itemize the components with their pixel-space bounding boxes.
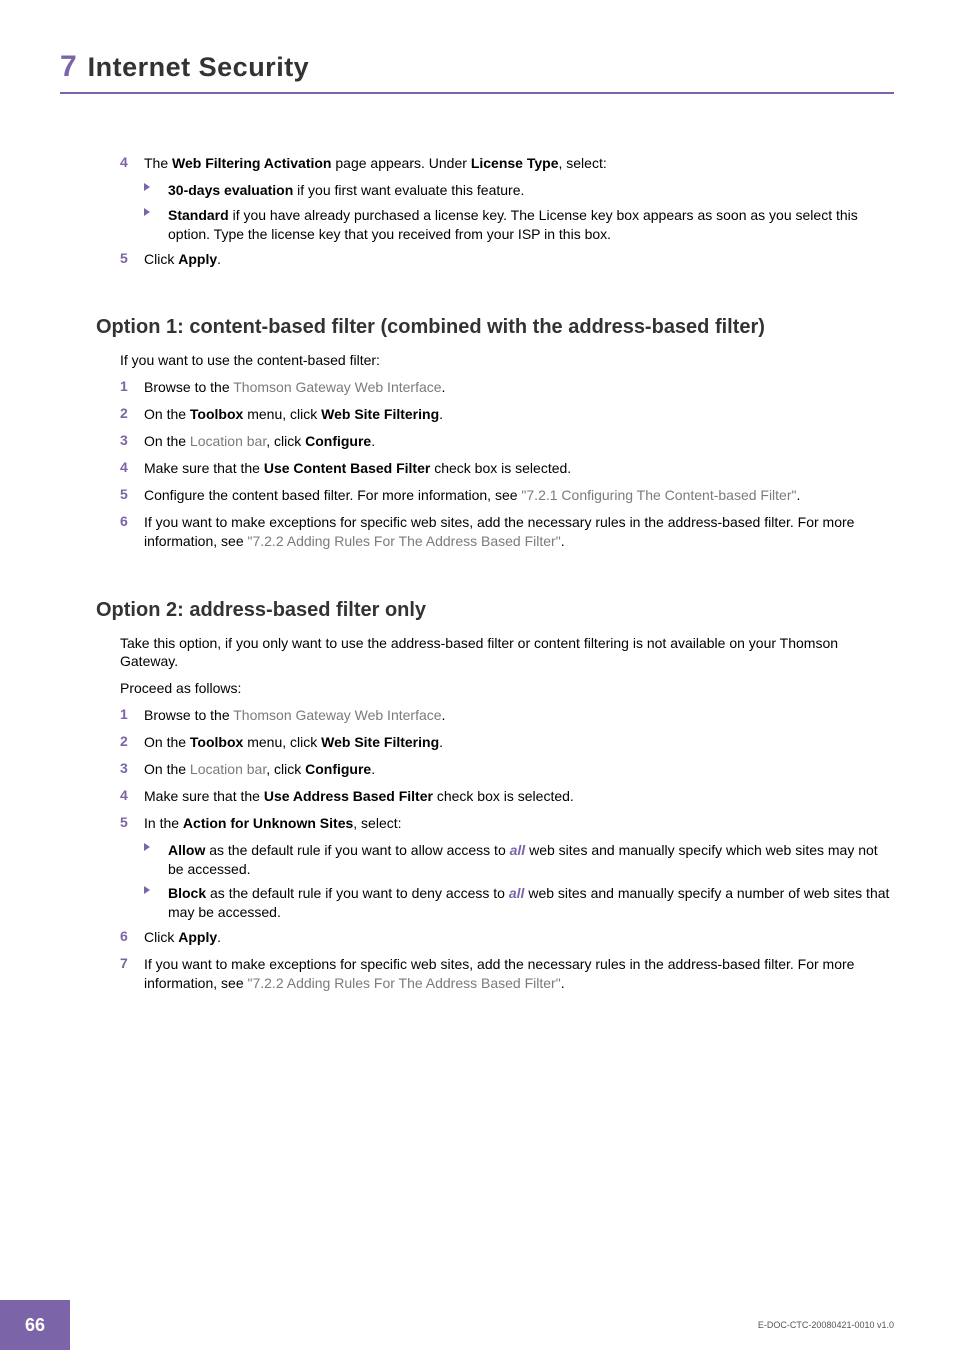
- step-text: On the Toolbox menu, click Web Site Filt…: [144, 733, 443, 752]
- step-text: Click Apply.: [144, 250, 221, 269]
- step-text: Make sure that the Use Content Based Fil…: [144, 459, 571, 478]
- step-text: On the Toolbox menu, click Web Site Filt…: [144, 405, 443, 424]
- chapter-title: Internet Security: [88, 52, 310, 82]
- list-item: 1Browse to the Thomson Gateway Web Inter…: [120, 378, 894, 397]
- bullet-item: Standard if you have already purchased a…: [144, 206, 894, 244]
- step-number: 2: [120, 733, 144, 752]
- list-item: 5In the Action for Unknown Sites, select…: [120, 814, 894, 833]
- step-text: The Web Filtering Activation page appear…: [144, 154, 607, 173]
- cross-reference-link[interactable]: "7.2.2 Adding Rules For The Address Base…: [248, 533, 561, 549]
- option2-intro1: Take this option, if you only want to us…: [120, 634, 894, 672]
- step-number: 5: [120, 486, 144, 505]
- list-item: 2On the Toolbox menu, click Web Site Fil…: [120, 405, 894, 424]
- step-number: 1: [120, 706, 144, 725]
- step-4: 4 The Web Filtering Activation page appe…: [120, 154, 894, 173]
- step-5: 5 Click Apply.: [120, 250, 894, 269]
- step-number: 5: [120, 250, 144, 269]
- option1-intro: If you want to use the content-based fil…: [120, 351, 894, 370]
- list-item: 6Click Apply.: [120, 928, 894, 947]
- step-number: 6: [120, 928, 144, 947]
- bullet-item: 30-days evaluation if you first want eva…: [144, 181, 894, 200]
- step-number: 4: [120, 459, 144, 478]
- step-number: 6: [120, 513, 144, 551]
- step-text: On the Location bar, click Configure.: [144, 432, 375, 451]
- cross-reference-link[interactable]: "7.2.1 Configuring The Content-based Fil…: [521, 487, 796, 503]
- step-number: 5: [120, 814, 144, 833]
- step-number: 7: [120, 955, 144, 993]
- step-text: Make sure that the Use Address Based Fil…: [144, 787, 574, 806]
- cross-reference-link[interactable]: Location bar: [190, 761, 266, 777]
- option1-heading: Option 1: content-based filter (combined…: [96, 316, 894, 339]
- step-text: On the Location bar, click Configure.: [144, 760, 375, 779]
- triangle-icon: [144, 181, 168, 200]
- bullet-item: Allow as the default rule if you want to…: [144, 841, 894, 879]
- list-item: 6If you want to make exceptions for spec…: [120, 513, 894, 551]
- step-text: If you want to make exceptions for speci…: [144, 513, 894, 551]
- chapter-number: 7: [60, 50, 77, 83]
- step-text: In the Action for Unknown Sites, select:: [144, 814, 402, 833]
- list-item: 1Browse to the Thomson Gateway Web Inter…: [120, 706, 894, 725]
- list-item: 4Make sure that the Use Address Based Fi…: [120, 787, 894, 806]
- list-item: 3On the Location bar, click Configure.: [120, 760, 894, 779]
- step-number: 1: [120, 378, 144, 397]
- list-item: 7If you want to make exceptions for spec…: [120, 955, 894, 993]
- list-item: 3On the Location bar, click Configure.: [120, 432, 894, 451]
- bullet-item: Block as the default rule if you want to…: [144, 884, 894, 922]
- chapter-header: 7 Internet Security: [60, 50, 894, 94]
- option2-heading: Option 2: address-based filter only: [96, 599, 894, 622]
- triangle-icon: [144, 884, 168, 922]
- step-text: Configure the content based filter. For …: [144, 486, 800, 505]
- cross-reference-link[interactable]: "7.2.2 Adding Rules For The Address Base…: [248, 975, 561, 991]
- step-text: Click Apply.: [144, 928, 221, 947]
- cross-reference-link[interactable]: Thomson Gateway Web Interface: [233, 379, 441, 395]
- step-text: Browse to the Thomson Gateway Web Interf…: [144, 378, 445, 397]
- step-text: Browse to the Thomson Gateway Web Interf…: [144, 706, 445, 725]
- step-number: 3: [120, 432, 144, 451]
- step-number: 4: [120, 787, 144, 806]
- list-item: 5Configure the content based filter. For…: [120, 486, 894, 505]
- page-footer: 66 E-DOC-CTC-20080421-0010 v1.0: [0, 1300, 954, 1350]
- list-item: 4Make sure that the Use Content Based Fi…: [120, 459, 894, 478]
- step-number: 4: [120, 154, 144, 173]
- option2-intro2: Proceed as follows:: [120, 679, 894, 698]
- list-item: 2On the Toolbox menu, click Web Site Fil…: [120, 733, 894, 752]
- cross-reference-link[interactable]: Location bar: [190, 433, 266, 449]
- cross-reference-link[interactable]: Thomson Gateway Web Interface: [233, 707, 441, 723]
- step-text: If you want to make exceptions for speci…: [144, 955, 894, 993]
- document-id: E-DOC-CTC-20080421-0010 v1.0: [758, 1320, 894, 1330]
- step-number: 3: [120, 760, 144, 779]
- triangle-icon: [144, 841, 168, 879]
- step-number: 2: [120, 405, 144, 424]
- triangle-icon: [144, 206, 168, 244]
- page-number: 66: [0, 1300, 70, 1350]
